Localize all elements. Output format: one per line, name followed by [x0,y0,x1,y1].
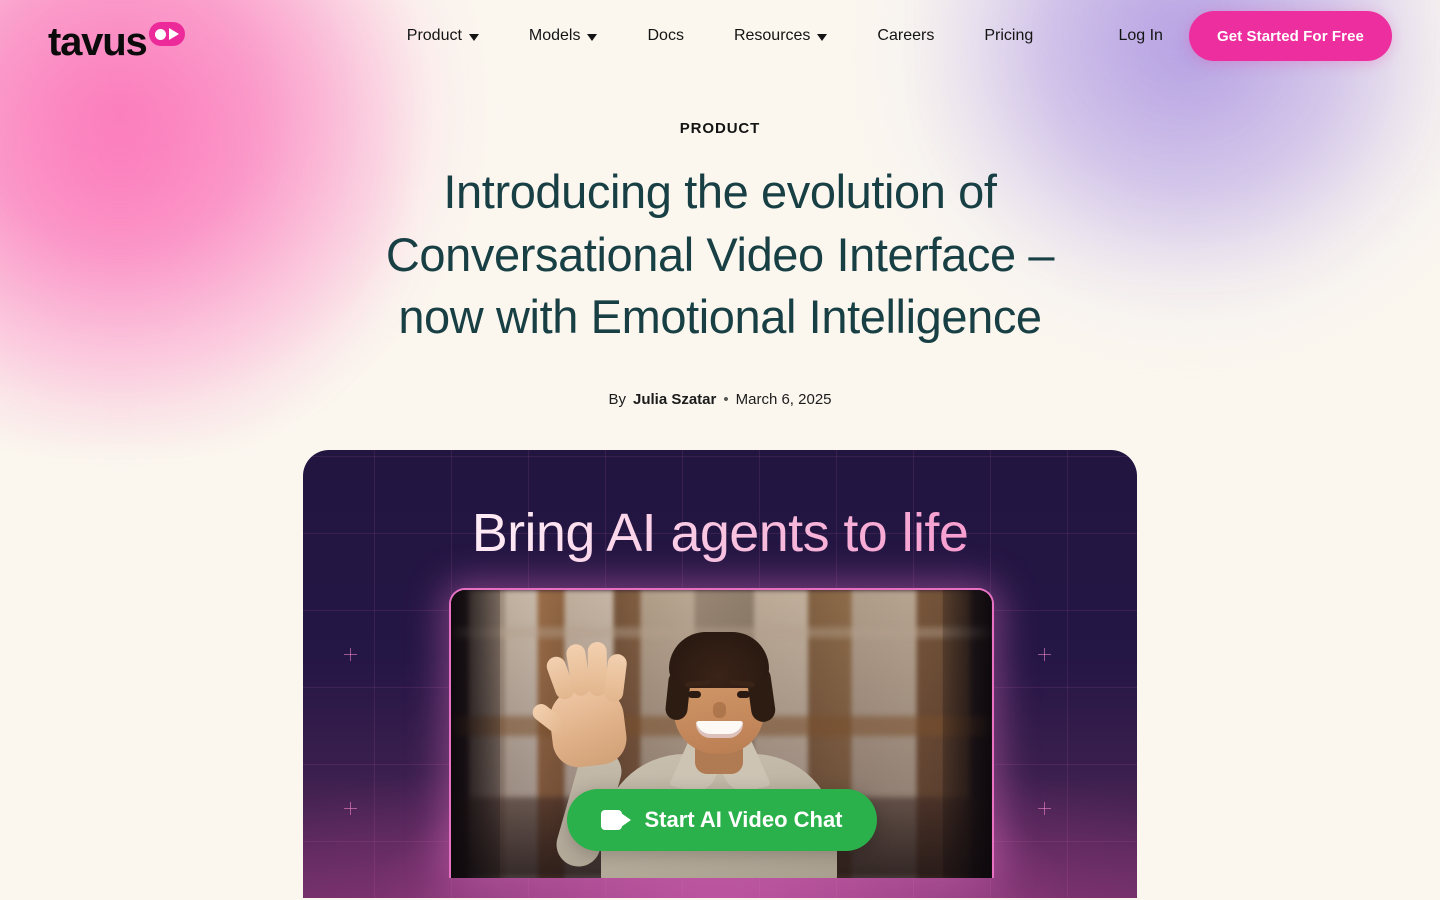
grid-crosshair [344,801,357,815]
nav-item-label: Resources [733,27,811,44]
person-eye-right [736,690,750,698]
person-nose [712,701,726,718]
category-eyebrow: PRODUCT [679,120,761,137]
logo-circle-shape [154,28,166,40]
video-player-frame[interactable]: Start AI Video Chat [449,587,994,878]
start-ai-video-chat-button[interactable]: Start AI Video Chat [566,788,877,851]
nav-item-models[interactable]: Models [504,21,623,51]
camera-body-shape [600,809,622,830]
byline-prefix: By [608,390,626,408]
get-started-button[interactable]: Get Started For Free [1188,11,1392,61]
nav-item-label: Pricing [984,27,1034,44]
byline-date: March 6, 2025 [735,390,832,408]
nav-item-pricing[interactable]: Pricing [959,21,1058,51]
start-chat-label: Start AI Video Chat [644,806,843,832]
brand-logo[interactable]: tavus [48,16,185,62]
chevron-down-icon [468,33,479,41]
grid-crosshair [1038,801,1051,815]
nav-item-label: Docs [647,27,684,44]
person-hair [668,631,769,688]
grid-crosshair [344,647,357,661]
nav-actions: Log In Get Started For Free [1114,11,1392,61]
chevron-down-icon [587,33,598,41]
main-navigation: tavus Product Models Docs Resources Care… [0,0,1440,72]
chevron-down-icon [817,33,828,41]
scene-vignette-left [451,589,500,878]
play-pill-icon [148,22,185,46]
page-title: Introducing the evolution of Conversatio… [385,165,1055,343]
nav-item-label: Careers [877,27,935,44]
hero-headline: Bring AI agents to life [303,502,1137,564]
scene-vignette-right [943,589,992,878]
nav-item-product[interactable]: Product [382,21,504,51]
nav-item-docs[interactable]: Docs [622,21,708,51]
brand-logo-text: tavus [48,20,148,64]
byline-separator: • [723,390,729,408]
byline-author: Julia Szatar [632,390,717,408]
article-header: PRODUCT Introducing the evolution of Con… [0,72,1440,408]
video-content: Start AI Video Chat [451,589,992,878]
video-camera-icon [600,809,631,830]
logo-play-triangle [168,28,179,40]
nav-item-careers[interactable]: Careers [852,21,959,51]
camera-lens-shape [620,812,631,827]
login-link[interactable]: Log In [1114,21,1166,51]
person-eye-left [687,690,701,698]
hero-media-card: Bring AI agents to life Start AI Video C… [303,449,1137,898]
nav-item-label: Models [528,27,581,44]
byline: By Julia Szatar • March 6, 2025 [0,391,1440,408]
grid-crosshair [1038,647,1051,661]
page-root: tavus Product Models Docs Resources Care… [0,0,1440,900]
nav-item-label: Product [406,27,462,44]
nav-item-resources[interactable]: Resources [709,21,852,51]
person-smile [695,720,743,738]
